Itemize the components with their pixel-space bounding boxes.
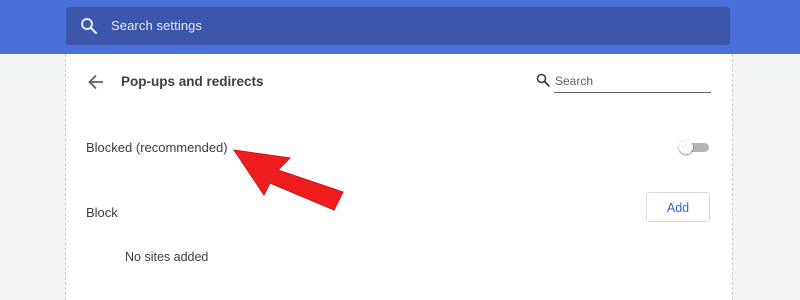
page-title: Pop-ups and redirects xyxy=(121,74,264,89)
back-arrow-icon[interactable] xyxy=(86,72,106,92)
search-settings-box[interactable]: Search settings xyxy=(66,7,730,45)
search-icon xyxy=(536,73,550,87)
blocked-recommended-label: Blocked (recommended) xyxy=(86,140,228,155)
search-settings-placeholder[interactable]: Search settings xyxy=(111,18,202,33)
block-section-label: Block xyxy=(86,205,118,220)
popups-settings-card: Pop-ups and redirects Blocked (recommend… xyxy=(65,54,733,300)
add-button[interactable]: Add xyxy=(646,192,710,222)
page-search-input[interactable] xyxy=(554,70,711,93)
blocked-toggle[interactable] xyxy=(679,140,709,154)
no-sites-text: No sites added xyxy=(125,250,209,264)
toggle-knob xyxy=(679,140,693,154)
settings-header: Search settings xyxy=(0,0,800,54)
search-icon xyxy=(80,17,98,35)
page-search xyxy=(536,70,712,94)
